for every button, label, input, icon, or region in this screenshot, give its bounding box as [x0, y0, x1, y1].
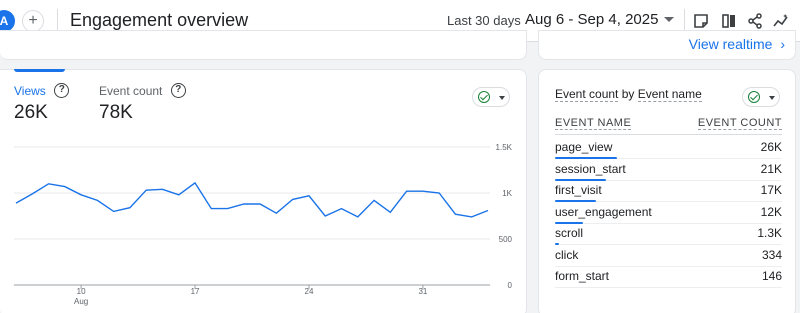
event-name: click — [555, 247, 579, 262]
tab-label: Views — [14, 83, 46, 98]
table-row[interactable]: first_visit 17K — [555, 180, 782, 202]
compare-icon[interactable] — [720, 12, 738, 30]
tab-label: Event count — [99, 83, 163, 98]
view-realtime-link[interactable]: View realtime › — [689, 36, 785, 52]
y-tick-label: 1K — [502, 189, 512, 198]
chevron-down-icon — [499, 96, 505, 100]
x-tick-label: 17 — [191, 287, 200, 296]
data-quality-chip[interactable] — [742, 87, 780, 107]
table-row[interactable]: session_start 21K — [555, 159, 782, 181]
table-row[interactable]: scroll 1.3K — [555, 223, 782, 245]
y-tick-label: 1.5K — [496, 143, 513, 152]
help-icon[interactable]: ? — [170, 83, 186, 99]
date-range-value[interactable]: Aug 6 - Sep 4, 2025 — [525, 11, 658, 28]
check-circle-icon — [478, 91, 490, 103]
event-name: first_visit — [555, 183, 602, 197]
event-name: form_start — [555, 269, 610, 283]
table-row[interactable]: page_view 26K — [555, 137, 782, 159]
x-tick-label: 10 — [77, 287, 86, 296]
realtime-card: View realtime › — [538, 30, 796, 60]
y-tick-label: 500 — [499, 235, 513, 244]
check-circle-icon — [748, 91, 760, 103]
event-name: scroll — [555, 226, 584, 240]
metric-name[interactable]: Event count — [555, 87, 619, 102]
x-tick-label: 24 — [305, 287, 314, 296]
table-header: EVENT NAME EVENT COUNT — [555, 117, 782, 135]
help-icon[interactable]: ? — [54, 83, 70, 99]
y-tick-label: 0 — [508, 281, 513, 290]
event-count: 26K — [760, 140, 782, 154]
column-header-event-name[interactable]: EVENT NAME — [555, 117, 632, 130]
avatar[interactable]: A — [0, 10, 15, 32]
view-realtime-label[interactable]: View realtime — [689, 36, 773, 52]
card-title: Event count by Event name — [555, 87, 702, 102]
views-series-line — [15, 181, 489, 218]
tab-value: 26K — [14, 102, 48, 123]
event-name: page_view — [555, 140, 613, 154]
table-row[interactable]: user_engagement 12K — [555, 202, 782, 224]
views-line-chart: 0 500 1K 1.5K 10Aug 17 24 31 — [14, 143, 513, 306]
table-row[interactable]: click 334 — [555, 245, 782, 267]
date-range-label: Last 30 days — [447, 13, 521, 28]
event-count: 12K — [760, 204, 782, 219]
x-tick-label: 31 — [418, 287, 427, 296]
chevron-down-icon — [769, 96, 775, 100]
title-by: by — [618, 87, 638, 101]
add-button[interactable]: + — [22, 10, 44, 32]
report-note-icon[interactable] — [692, 12, 710, 30]
event-count: 17K — [760, 183, 782, 197]
event-count: 146 — [761, 269, 782, 283]
active-tab-indicator — [14, 69, 65, 72]
event-count: 334 — [761, 247, 782, 262]
event-name: user_engagement — [555, 204, 652, 219]
event-name: session_start — [555, 161, 626, 176]
event-count: 21K — [760, 161, 782, 176]
share-icon[interactable] — [746, 12, 764, 30]
overview-card-fragment — [0, 30, 527, 60]
tab-event-count[interactable]: Event count ? 78K — [99, 82, 186, 124]
event-count-card: Event count by Event name EVENT NAME EVE… — [538, 69, 796, 313]
tab-views[interactable]: Views ? 26K — [14, 82, 70, 124]
event-count: 1.3K — [757, 226, 782, 240]
page-title[interactable]: Engagement overview — [70, 10, 249, 32]
date-range-dropdown-icon[interactable] — [664, 17, 674, 22]
dimension-name[interactable]: Event name — [637, 87, 702, 102]
table-row[interactable]: form_start 146 — [555, 266, 782, 288]
tab-value: 78K — [99, 102, 133, 123]
chevron-right-icon: › — [780, 36, 785, 52]
column-header-event-count[interactable]: EVENT COUNT — [697, 117, 782, 130]
insights-icon[interactable] — [772, 12, 790, 30]
data-quality-chip[interactable] — [472, 87, 510, 107]
x-tick-sublabel: Aug — [74, 297, 88, 306]
